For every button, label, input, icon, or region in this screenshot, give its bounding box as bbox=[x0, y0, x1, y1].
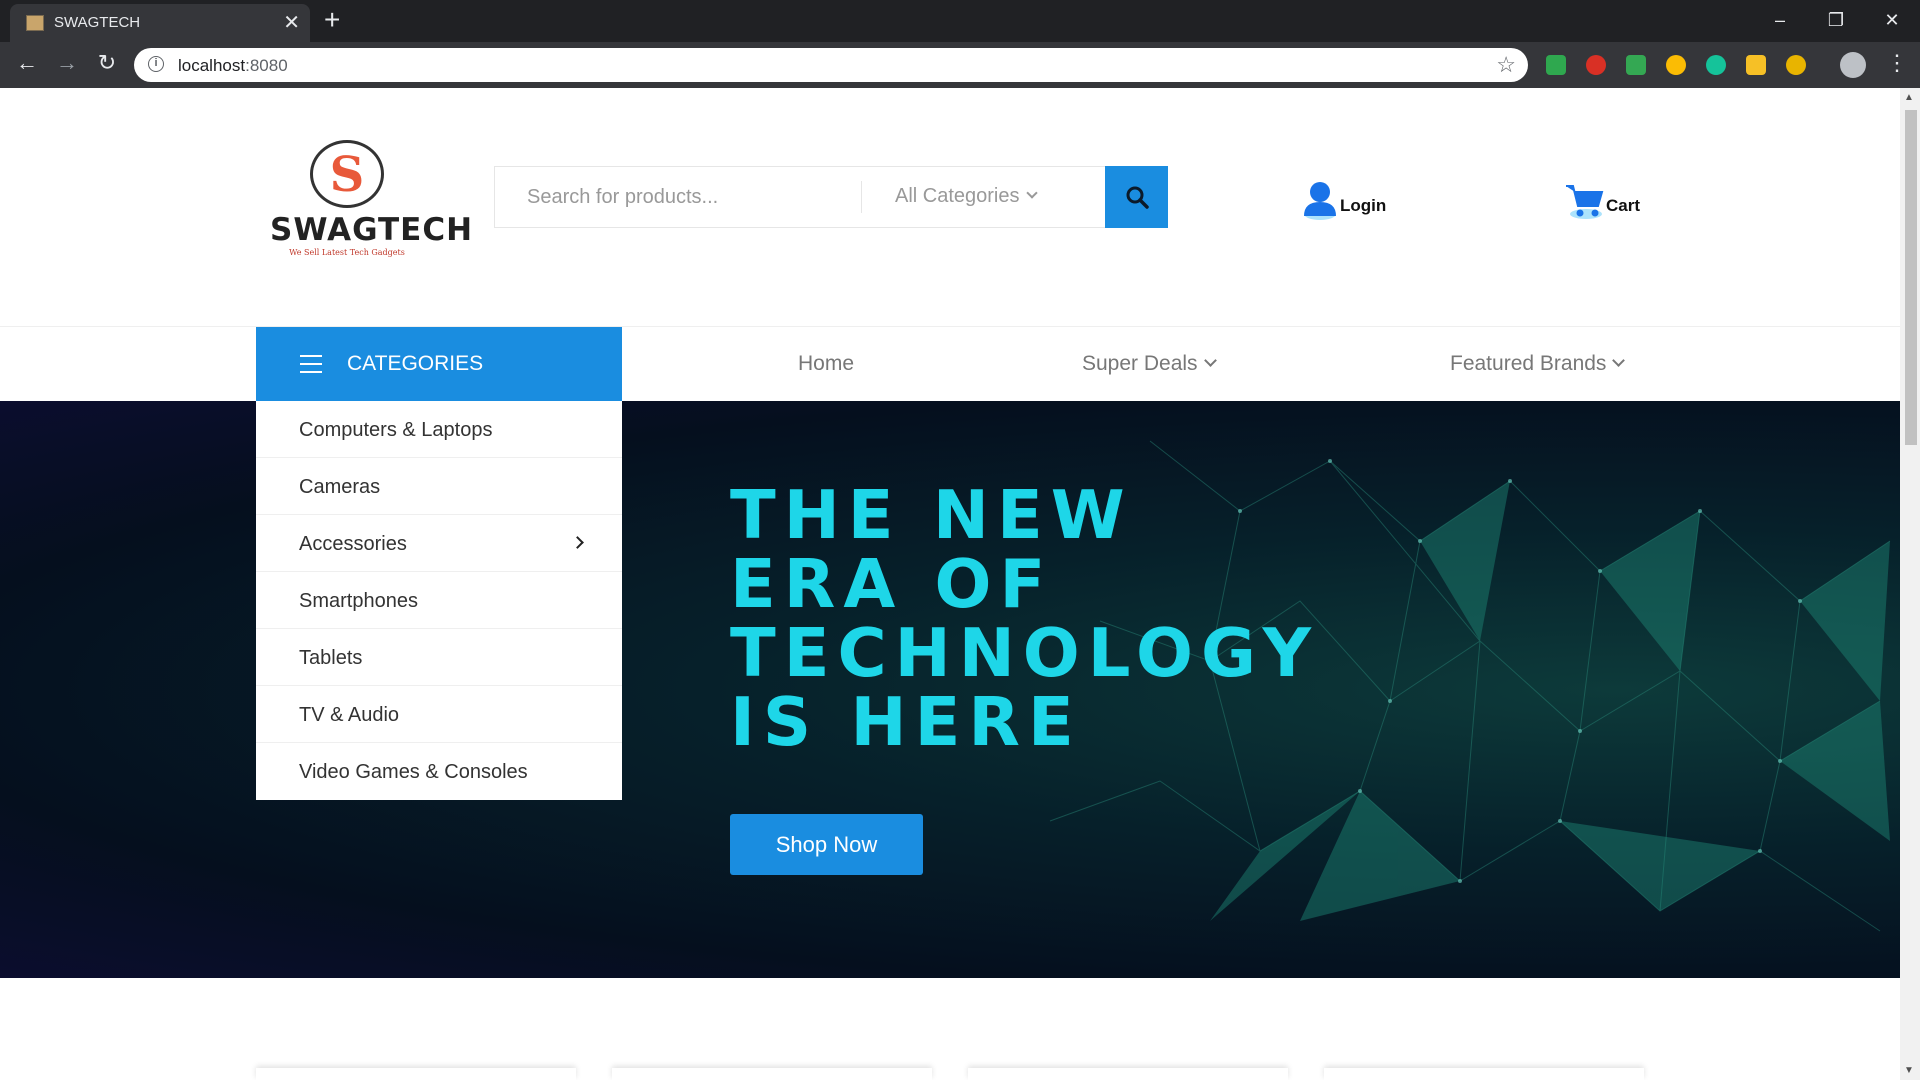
product-card[interactable] bbox=[968, 1068, 1288, 1080]
new-tab-button[interactable]: + bbox=[324, 4, 340, 36]
chevron-down-icon bbox=[1025, 187, 1038, 199]
search-input[interactable] bbox=[495, 167, 861, 227]
logo-tagline: We Sell Latest Tech Gadgets bbox=[289, 248, 405, 257]
yab-extension-icon[interactable] bbox=[1586, 55, 1606, 75]
categories-toggle[interactable]: CATEGORIES bbox=[256, 327, 622, 401]
category-item[interactable]: Computers & Laptops bbox=[256, 401, 622, 458]
scroll-up-arrow-icon[interactable]: ▲ bbox=[1904, 92, 1914, 103]
chevron-right-icon bbox=[571, 536, 584, 549]
page-scrollbar[interactable]: ▲ ▼ bbox=[1900, 88, 1920, 1080]
address-bar[interactable]: i localhost:8080 ☆ bbox=[134, 48, 1528, 82]
reload-icon[interactable]: ↻ bbox=[92, 50, 122, 76]
chevron-down-icon bbox=[1612, 354, 1626, 367]
category-item[interactable]: TV & Audio bbox=[256, 686, 622, 743]
mail-extension-icon[interactable] bbox=[1626, 55, 1646, 75]
scroll-down-arrow-icon[interactable]: ▼ bbox=[1904, 1065, 1914, 1076]
bookmark-star-icon[interactable]: ☆ bbox=[1496, 52, 1516, 78]
favicon-icon bbox=[26, 15, 44, 31]
search-bar: All Categories bbox=[494, 166, 1168, 228]
nav-home[interactable]: Home bbox=[798, 352, 854, 376]
profile-avatar[interactable] bbox=[1840, 52, 1866, 78]
forward-icon[interactable]: → bbox=[52, 50, 82, 76]
coin-extension-icon[interactable] bbox=[1786, 55, 1806, 75]
product-card[interactable] bbox=[256, 1068, 576, 1080]
star-extension-icon[interactable] bbox=[1746, 55, 1766, 75]
tab-title: SWAGTECH bbox=[54, 14, 141, 31]
cart-label: Cart bbox=[1606, 196, 1641, 215]
browser-toolbar: ← → ↻ i localhost:8080 ☆ ⋮ bbox=[0, 42, 1920, 88]
cart-link[interactable]: Cart bbox=[1564, 178, 1640, 220]
browser-tab-strip: SWAGTECH ✕ + – ❐ ✕ bbox=[0, 0, 1920, 42]
category-item[interactable]: Smartphones bbox=[256, 572, 622, 629]
logo-emblem: S bbox=[310, 140, 384, 208]
minimize-button[interactable]: – bbox=[1752, 0, 1808, 40]
login-link[interactable]: Login bbox=[1302, 176, 1386, 220]
grammarly-extension-icon[interactable] bbox=[1706, 55, 1726, 75]
categories-title: CATEGORIES bbox=[347, 352, 484, 375]
back-icon[interactable]: ← bbox=[12, 50, 42, 76]
search-divider bbox=[861, 181, 862, 213]
site-info-icon[interactable]: i bbox=[148, 56, 164, 72]
category-item[interactable]: Accessories bbox=[256, 515, 622, 572]
scroll-thumb[interactable] bbox=[1905, 110, 1917, 445]
tab-close-icon[interactable]: ✕ bbox=[283, 10, 300, 35]
login-label: Login bbox=[1340, 196, 1387, 215]
logo-name: SWAGTECH bbox=[270, 212, 474, 248]
search-icon bbox=[1126, 186, 1149, 209]
nav-featured-brands[interactable]: Featured Brands bbox=[1450, 352, 1626, 376]
category-select[interactable]: All Categories bbox=[895, 185, 1038, 208]
user-icon bbox=[1304, 182, 1336, 220]
shop-now-button[interactable]: Shop Now bbox=[730, 814, 923, 875]
category-item[interactable]: Video Games & Consoles bbox=[256, 743, 622, 800]
cart-icon bbox=[1566, 185, 1604, 219]
category-item[interactable]: Cameras bbox=[256, 458, 622, 515]
restore-button[interactable]: ❐ bbox=[1808, 0, 1864, 40]
globe-extension-icon[interactable] bbox=[1666, 55, 1686, 75]
search-button[interactable] bbox=[1105, 166, 1168, 228]
categories-dropdown: Computers & Laptops Cameras Accessories … bbox=[256, 401, 622, 800]
browser-menu-icon[interactable]: ⋮ bbox=[1886, 50, 1908, 76]
shield-extension-icon[interactable] bbox=[1546, 55, 1566, 75]
product-card[interactable] bbox=[1324, 1068, 1644, 1080]
close-window-button[interactable]: ✕ bbox=[1864, 0, 1920, 40]
chevron-down-icon bbox=[1203, 354, 1217, 367]
site-logo[interactable]: S SWAGTECH We Sell Latest Tech Gadgets bbox=[270, 140, 474, 258]
product-card[interactable] bbox=[612, 1068, 932, 1080]
browser-tab[interactable]: SWAGTECH ✕ bbox=[10, 4, 310, 42]
category-item[interactable]: Tablets bbox=[256, 629, 622, 686]
url-text: localhost:8080 bbox=[178, 56, 288, 75]
hamburger-icon bbox=[300, 355, 322, 379]
hero-headline: THE NEW ERA OF TECHNOLOGY IS HERE bbox=[730, 476, 1320, 761]
nav-super-deals[interactable]: Super Deals bbox=[1082, 352, 1217, 376]
